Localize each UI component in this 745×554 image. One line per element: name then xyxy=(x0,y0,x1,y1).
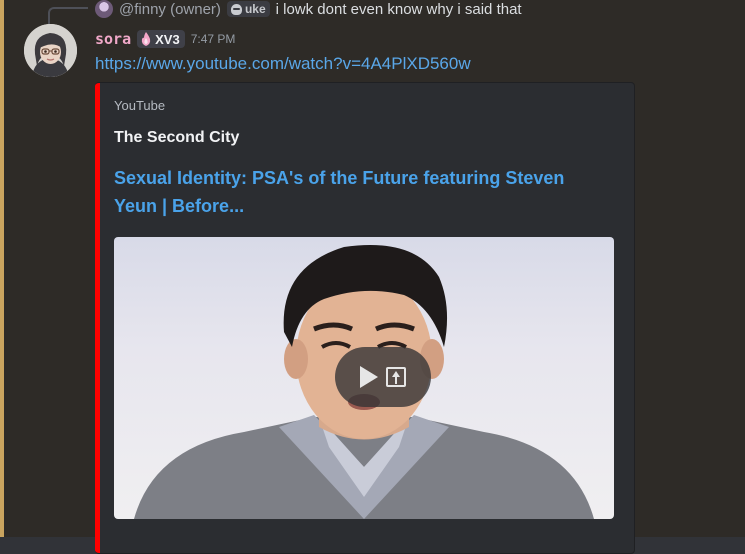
open-external-icon[interactable] xyxy=(386,367,406,387)
reply-spine xyxy=(48,7,88,24)
clan-tag-label: XV3 xyxy=(155,31,180,47)
video-controls xyxy=(335,347,431,407)
avatar[interactable] xyxy=(24,24,77,77)
skull-icon xyxy=(230,3,242,15)
video-thumbnail[interactable] xyxy=(114,237,614,519)
embed-author[interactable]: The Second City xyxy=(114,129,239,147)
reply-tag-label: uke xyxy=(244,2,266,16)
play-icon[interactable] xyxy=(360,366,378,388)
timestamp[interactable]: 7:47 PM xyxy=(191,32,236,46)
reply-tag-badge[interactable]: uke xyxy=(226,1,270,17)
reply-text[interactable]: i lowk dont even know why i said that xyxy=(276,1,522,18)
reply-author[interactable]: @finny (owner) xyxy=(119,1,221,18)
mention-highlight-bar xyxy=(0,0,4,537)
link-embed: YouTube The Second City Sexual Identity:… xyxy=(95,82,635,554)
embed-accent-bar xyxy=(95,83,100,553)
message-header: sora XV3 7:47 PM xyxy=(95,28,235,50)
clan-tag-badge[interactable]: XV3 xyxy=(137,30,185,48)
username[interactable]: sora xyxy=(95,30,131,48)
chat-message-area: @finny (owner) uke i lowk dont even know… xyxy=(0,0,745,554)
reply-avatar[interactable] xyxy=(95,0,113,18)
reply-preview[interactable]: @finny (owner) uke i lowk dont even know… xyxy=(95,0,522,18)
flame-icon xyxy=(140,32,152,46)
embed-title[interactable]: Sexual Identity: PSA's of the Future fea… xyxy=(114,164,594,220)
embed-provider[interactable]: YouTube xyxy=(114,98,165,113)
youtube-link[interactable]: https://www.youtube.com/watch?v=4A4PlXD5… xyxy=(95,54,471,74)
